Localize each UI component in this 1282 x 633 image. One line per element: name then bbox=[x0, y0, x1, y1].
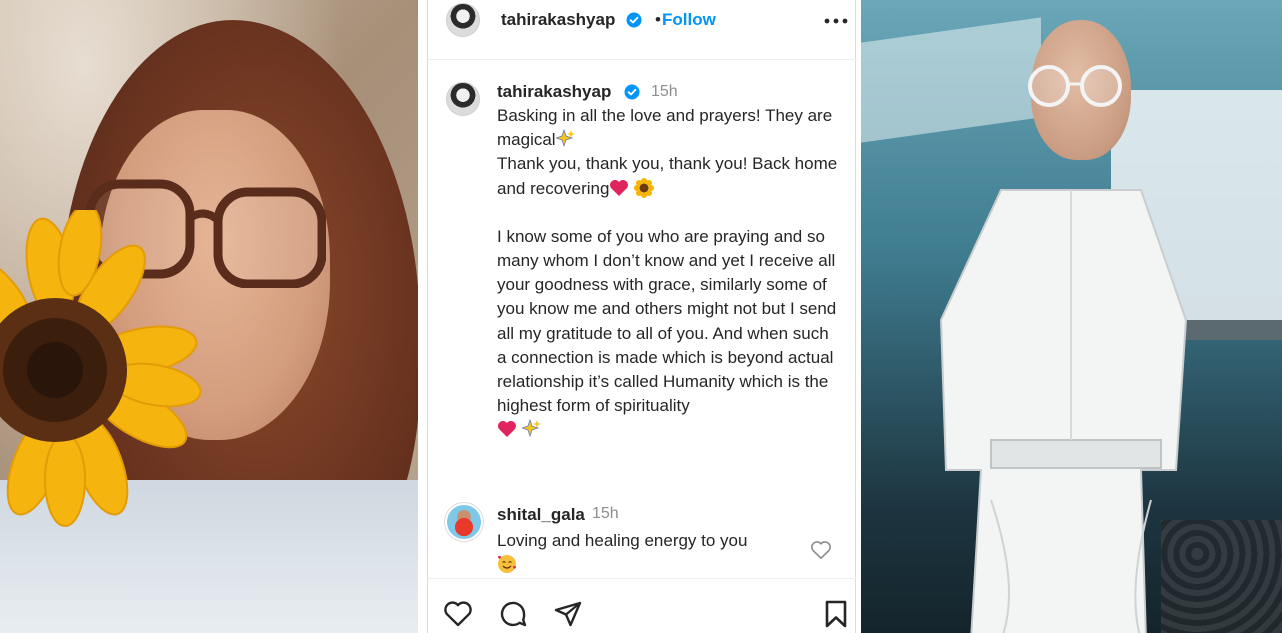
sunflower-emoji-icon bbox=[634, 177, 655, 198]
commenter-avatar[interactable] bbox=[445, 503, 483, 541]
heart-outline-icon[interactable] bbox=[443, 599, 473, 629]
caption-author-avatar[interactable] bbox=[446, 82, 480, 116]
speech-bubble-icon[interactable] bbox=[498, 599, 528, 629]
verified-badge-icon bbox=[626, 12, 642, 28]
comment-like-heart-icon[interactable] bbox=[810, 540, 832, 560]
post-header: tahirakashyap • Follow bbox=[428, 0, 857, 60]
caption-line1: Basking in all the love and prayers! The… bbox=[497, 106, 833, 150]
sparkles-emoji-icon bbox=[521, 419, 541, 438]
bookmark-icon[interactable] bbox=[823, 599, 849, 629]
caption-blank-line bbox=[497, 201, 842, 225]
caption-line: Basking in all the love and prayers! The… bbox=[497, 104, 842, 152]
caption-author-username[interactable]: tahirakashyap bbox=[497, 82, 611, 102]
follow-button[interactable]: Follow bbox=[662, 10, 716, 30]
comment-text: Loving and healing energy to you bbox=[497, 531, 748, 550]
paper-plane-icon[interactable] bbox=[553, 599, 583, 629]
verified-badge-icon bbox=[624, 84, 640, 100]
right-photo-woman-on-runway bbox=[861, 0, 1282, 633]
stage-light-panel bbox=[861, 17, 1041, 143]
more-options-icon[interactable] bbox=[824, 18, 848, 24]
caption-paragraph: I know some of you who are praying and s… bbox=[497, 225, 842, 443]
comment-username[interactable]: shital_gala bbox=[497, 505, 585, 525]
round-glasses bbox=[1028, 65, 1122, 107]
comment-timestamp: 15h bbox=[592, 505, 619, 522]
white-outfit bbox=[939, 189, 1188, 633]
red-heart-emoji-icon bbox=[498, 421, 516, 438]
left-photo-woman-with-sunflower bbox=[0, 0, 418, 633]
caption-body: Basking in all the love and prayers! The… bbox=[497, 104, 842, 443]
caption-timestamp[interactable]: 15h bbox=[651, 83, 678, 101]
red-heart-emoji-icon bbox=[610, 179, 629, 196]
post-action-bar bbox=[428, 578, 857, 633]
smiling-face-with-hearts-emoji-icon bbox=[497, 555, 517, 573]
post-author-username[interactable]: tahirakashyap bbox=[501, 10, 615, 30]
comment-body: Loving and healing energy to you bbox=[497, 529, 797, 577]
sunflower bbox=[0, 210, 202, 527]
instagram-post: tahirakashyap • Follow tahirakashyap 15h… bbox=[427, 0, 857, 633]
profile-avatar[interactable] bbox=[446, 3, 480, 37]
sparkles-emoji-icon bbox=[555, 129, 575, 148]
caption-line: Thank you, thank you, thank you! Back ho… bbox=[497, 152, 842, 200]
caption-paragraph2: I know some of you who are praying and s… bbox=[497, 226, 837, 416]
header-separator: • bbox=[655, 10, 661, 29]
caption-line2: Thank you, thank you, thank you! Back ho… bbox=[497, 154, 838, 198]
